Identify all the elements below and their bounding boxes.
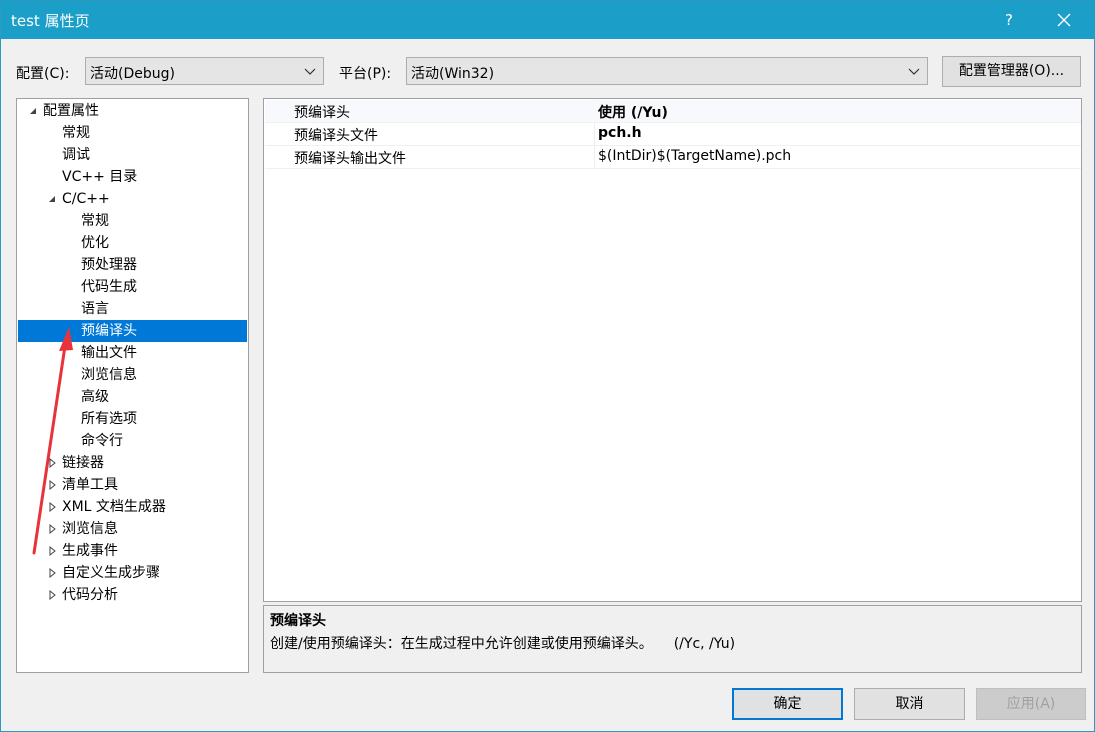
tree-item-label: 链接器 xyxy=(62,455,104,471)
window-title: test 属性页 xyxy=(11,12,90,30)
collapsed-triangle-icon[interactable] xyxy=(47,458,57,468)
tree-item[interactable]: C/C++ xyxy=(18,188,247,210)
tree-item-label: 预处理器 xyxy=(81,257,137,273)
help-button[interactable]: ? xyxy=(999,8,1019,32)
collapsed-triangle-icon[interactable] xyxy=(47,480,57,490)
tree-item[interactable]: 输出文件 xyxy=(18,342,247,364)
tree-item[interactable]: XML 文档生成器 xyxy=(18,496,247,518)
expanded-triangle-icon[interactable] xyxy=(28,106,38,116)
chevron-down-icon xyxy=(908,68,920,75)
description-panel: 预编译头 创建/使用预编译头：在生成过程中允许创建或使用预编译头。 (/Yc, … xyxy=(263,605,1082,673)
description-text: 创建/使用预编译头：在生成过程中允许创建或使用预编译头。 (/Yc, /Yu) xyxy=(270,636,736,652)
chevron-down-icon xyxy=(304,68,316,75)
tree-item[interactable]: 自定义生成步骤 xyxy=(18,562,247,584)
tree-item-label: 命令行 xyxy=(81,433,123,449)
tree-item-label: 清单工具 xyxy=(62,477,118,493)
ok-button[interactable]: 确定 xyxy=(732,688,843,720)
tree-item[interactable]: 预处理器 xyxy=(18,254,247,276)
tree-item[interactable]: 调试 xyxy=(18,144,247,166)
collapsed-triangle-icon[interactable] xyxy=(47,524,57,534)
tree-item-label: 代码生成 xyxy=(81,279,137,295)
platform-select-value: 活动(Win32) xyxy=(411,66,495,82)
tree-item[interactable]: 命令行 xyxy=(18,430,247,452)
tree-item-label: 常规 xyxy=(62,125,90,141)
tree-item-label: 配置属性 xyxy=(43,103,99,119)
config-select[interactable]: 活动(Debug) xyxy=(85,57,324,85)
tree-item-label: 自定义生成步骤 xyxy=(62,565,160,581)
property-name: 预编译头文件 xyxy=(294,128,378,144)
apply-button[interactable]: 应用(A) xyxy=(976,688,1086,720)
tree-item[interactable]: 浏览信息 xyxy=(18,518,247,540)
close-icon xyxy=(1057,13,1071,27)
tree-item[interactable]: 高级 xyxy=(18,386,247,408)
tree-item-label: 输出文件 xyxy=(81,345,137,361)
collapsed-triangle-icon[interactable] xyxy=(47,502,57,512)
tree-item-label: 浏览信息 xyxy=(62,521,118,537)
cancel-button[interactable]: 取消 xyxy=(854,688,965,720)
tree-item[interactable]: 浏览信息 xyxy=(18,364,247,386)
platform-label: 平台(P): xyxy=(339,66,392,82)
tree-item[interactable]: 清单工具 xyxy=(18,474,247,496)
title-bar: test 属性页 ? xyxy=(1,1,1095,39)
tree-item-label: 常规 xyxy=(81,213,109,229)
tree-item[interactable]: 生成事件 xyxy=(18,540,247,562)
platform-select[interactable]: 活动(Win32) xyxy=(406,57,928,85)
grid-row-precompiled-header-file[interactable]: 预编译头文件 pch.h xyxy=(265,123,1081,146)
collapsed-triangle-icon[interactable] xyxy=(47,568,57,578)
property-value[interactable]: pch.h xyxy=(598,125,642,141)
property-value[interactable]: $(IntDir)$(TargetName).pch xyxy=(598,148,791,164)
expanded-triangle-icon[interactable] xyxy=(47,194,57,204)
tree-item-label: C/C++ xyxy=(62,191,110,207)
tree-item-label: 生成事件 xyxy=(62,543,118,559)
tree-item-label: 代码分析 xyxy=(62,587,118,603)
collapsed-triangle-icon[interactable] xyxy=(47,546,57,556)
tree-item[interactable]: 优化 xyxy=(18,232,247,254)
property-name: 预编译头 xyxy=(294,105,350,121)
collapsed-triangle-icon[interactable] xyxy=(47,590,57,600)
tree-item[interactable]: 代码分析 xyxy=(18,584,247,606)
property-value[interactable]: 使用 (/Yu) xyxy=(598,102,668,122)
close-button[interactable] xyxy=(1041,1,1087,39)
tree-item-label: 所有选项 xyxy=(81,411,137,427)
tree-item[interactable]: 代码生成 xyxy=(18,276,247,298)
tree-item-label: 高级 xyxy=(81,389,109,405)
tree-item[interactable]: 链接器 xyxy=(18,452,247,474)
tree-item-label: 调试 xyxy=(62,147,90,163)
tree-item-label: VC++ 目录 xyxy=(62,169,138,185)
description-title: 预编译头 xyxy=(270,613,326,629)
tree-item-label: 语言 xyxy=(81,301,109,317)
config-label: 配置(C): xyxy=(16,66,70,82)
property-grid[interactable]: 预编译头 使用 (/Yu) 预编译头文件 pch.h 预编译头输出文件 $(In… xyxy=(263,98,1082,602)
tree-item-label: 预编译头 xyxy=(81,323,137,339)
tree-item[interactable]: 配置属性 xyxy=(18,100,247,122)
tree-item-label: 优化 xyxy=(81,235,109,251)
tree-item-label: XML 文档生成器 xyxy=(62,499,166,515)
tree-item[interactable]: 常规 xyxy=(18,210,247,232)
tree-item[interactable]: 预编译头 xyxy=(18,320,247,342)
grid-row-precompiled-header-output[interactable]: 预编译头输出文件 $(IntDir)$(TargetName).pch xyxy=(265,146,1081,169)
tree-item[interactable]: 所有选项 xyxy=(18,408,247,430)
config-select-value: 活动(Debug) xyxy=(90,66,175,82)
property-pages-dialog: test 属性页 ? 配置(C): 活动(Debug) 平台(P): 活动(Wi… xyxy=(0,0,1095,732)
tree-item[interactable]: 常规 xyxy=(18,122,247,144)
tree-item-label: 浏览信息 xyxy=(81,367,137,383)
config-manager-button[interactable]: 配置管理器(O)... xyxy=(942,56,1081,87)
tree-item[interactable]: 语言 xyxy=(18,298,247,320)
category-tree[interactable]: 配置属性 常规 调试 VC++ 目录 C/C++ 常规 优化 预处理器 代码生成 语言 预编译头 输出… xyxy=(16,98,249,673)
tree-item[interactable]: VC++ 目录 xyxy=(18,166,247,188)
grid-row-precompiled-header[interactable]: 预编译头 使用 (/Yu) xyxy=(265,100,1081,123)
property-name: 预编译头输出文件 xyxy=(294,151,406,167)
